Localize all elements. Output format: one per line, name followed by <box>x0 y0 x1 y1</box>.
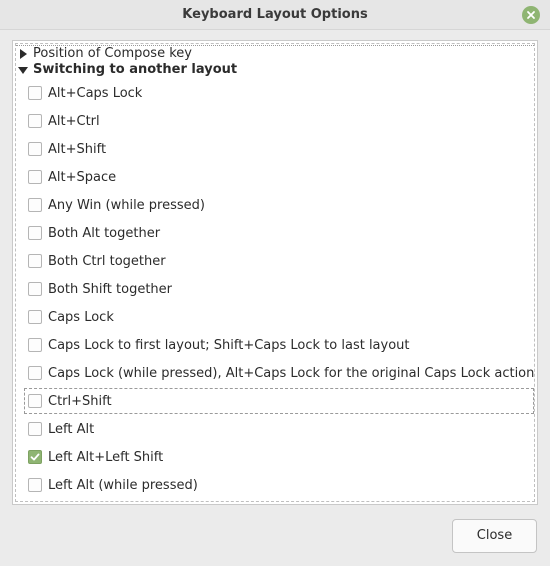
checkbox[interactable] <box>28 254 42 268</box>
option-label: Both Alt together <box>48 225 161 241</box>
option-row[interactable]: Ctrl+Shift <box>24 388 534 414</box>
option-row[interactable]: Both Ctrl together <box>28 247 534 275</box>
option-row[interactable]: Left Alt <box>28 415 534 443</box>
window-close-button[interactable] <box>522 6 540 24</box>
checkbox[interactable] <box>28 282 42 296</box>
close-button[interactable]: Close <box>452 519 537 553</box>
checkbox[interactable] <box>28 366 42 380</box>
expander-expanded-icon[interactable] <box>18 64 28 76</box>
checkbox[interactable] <box>28 198 42 212</box>
option-label: Any Win (while pressed) <box>48 197 205 213</box>
checkbox[interactable] <box>28 394 42 408</box>
expander-collapsed-icon[interactable] <box>18 48 28 60</box>
options-panel: Position of Compose key Switching to ano… <box>12 40 538 505</box>
group-switching-layout[interactable]: Switching to another layout <box>18 61 237 79</box>
option-row[interactable]: Alt+Space <box>28 163 534 191</box>
option-row[interactable]: Left Alt (while pressed) <box>28 471 534 499</box>
checkbox[interactable] <box>28 170 42 184</box>
option-row[interactable]: Any Win (while pressed) <box>28 191 534 219</box>
option-label: Caps Lock <box>48 309 114 325</box>
checkbox-checked[interactable] <box>28 450 42 464</box>
option-label: Ctrl+Shift <box>48 393 112 409</box>
group-label: Switching to another layout <box>33 62 238 77</box>
option-label: Both Shift together <box>48 281 173 297</box>
checkbox[interactable] <box>28 310 42 324</box>
option-label: Caps Lock to first layout; Shift+Caps Lo… <box>48 337 410 353</box>
options-tree[interactable]: Position of Compose key Switching to ano… <box>15 43 535 502</box>
option-row[interactable]: Caps Lock <box>28 303 534 331</box>
checkbox[interactable] <box>28 338 42 352</box>
option-row[interactable]: Caps Lock to first layout; Shift+Caps Lo… <box>28 331 534 359</box>
checkbox[interactable] <box>28 86 42 100</box>
checkbox[interactable] <box>28 142 42 156</box>
option-label: Left Alt (while pressed) <box>48 477 198 493</box>
option-label: Caps Lock (while pressed), Alt+Caps Lock… <box>48 365 535 381</box>
title-bar: Keyboard Layout Options <box>0 0 550 30</box>
option-label: Alt+Ctrl <box>48 113 100 129</box>
option-row[interactable]: Left Alt+Left Shift <box>28 443 534 471</box>
option-label: Alt+Caps Lock <box>48 85 143 101</box>
option-row[interactable]: Alt+Ctrl <box>28 107 534 135</box>
option-row[interactable]: Both Alt together <box>28 219 534 247</box>
checkbox[interactable] <box>28 422 42 436</box>
option-label: Left Alt <box>48 421 95 437</box>
check-icon <box>30 453 40 461</box>
option-label: Both Ctrl together <box>48 253 166 269</box>
checkbox[interactable] <box>28 478 42 492</box>
option-row[interactable]: Caps Lock (while pressed), Alt+Caps Lock… <box>28 359 534 387</box>
close-icon <box>527 11 535 19</box>
option-label: Left Alt+Left Shift <box>48 449 164 465</box>
option-row[interactable]: Alt+Caps Lock <box>28 79 534 107</box>
window-title: Keyboard Layout Options <box>182 7 368 22</box>
option-row[interactable]: Alt+Shift <box>28 135 534 163</box>
option-row[interactable]: Both Shift together <box>28 275 534 303</box>
option-label: Alt+Shift <box>48 141 107 157</box>
option-label: Alt+Space <box>48 169 117 185</box>
checkbox[interactable] <box>28 114 42 128</box>
checkbox[interactable] <box>28 226 42 240</box>
